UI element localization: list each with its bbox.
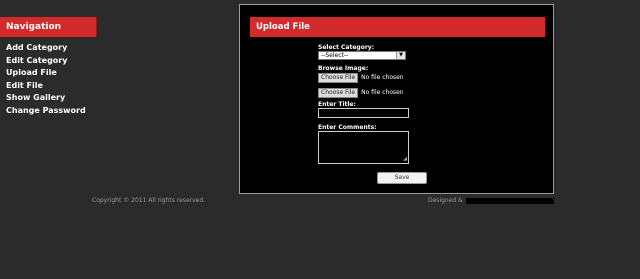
title-label: Enter Title:	[318, 101, 356, 108]
choose-file-button-1[interactable]: Choose File	[318, 72, 359, 83]
category-select[interactable]: --Select-- ▼	[318, 51, 406, 60]
sidebar-item-upload-file[interactable]: Upload File	[6, 67, 86, 80]
file-status-1: No file chosen	[361, 74, 404, 81]
file-row-2: Choose File No file chosen	[318, 87, 418, 98]
file-row-1: Choose File No file chosen	[318, 72, 418, 83]
choose-file-button-2[interactable]: Choose File	[318, 87, 359, 98]
sidebar-item-add-category[interactable]: Add Category	[6, 42, 86, 55]
comments-label: Enter Comments:	[318, 124, 377, 131]
browse-label: Browse Image:	[318, 65, 369, 72]
copyright-text: Copyright © 2011 All rights reserved.	[92, 197, 206, 204]
file-status-2: No file chosen	[361, 89, 404, 96]
resize-grip-icon[interactable]: ◢	[403, 157, 407, 162]
sidebar-item-edit-file[interactable]: Edit File	[6, 80, 86, 93]
sidebar-item-change-password[interactable]: Change Password	[6, 105, 86, 118]
upload-form: Select Category: --Select-- ▼ Browse Ima…	[318, 44, 418, 164]
sidebar-item-edit-category[interactable]: Edit Category	[6, 55, 86, 68]
panel-title: Upload File	[250, 17, 545, 37]
category-select-value: --Select--	[321, 52, 349, 59]
title-input[interactable]	[318, 108, 409, 118]
designed-text: Designed &	[428, 197, 463, 204]
category-label: Select Category:	[318, 44, 375, 51]
designed-by: Designed &	[428, 197, 554, 204]
redacted-block	[465, 197, 554, 204]
sidebar-item-show-gallery[interactable]: Show Gallery	[6, 92, 86, 105]
chevron-down-icon: ▼	[396, 52, 405, 59]
save-button[interactable]: Save	[377, 172, 427, 184]
upload-panel: Upload File Select Category: --Select-- …	[239, 4, 554, 194]
sidebar-nav: Add Category Edit Category Upload File E…	[6, 42, 86, 117]
comments-textarea[interactable]: ◢	[318, 131, 409, 164]
sidebar-title: Navigation	[0, 17, 97, 37]
